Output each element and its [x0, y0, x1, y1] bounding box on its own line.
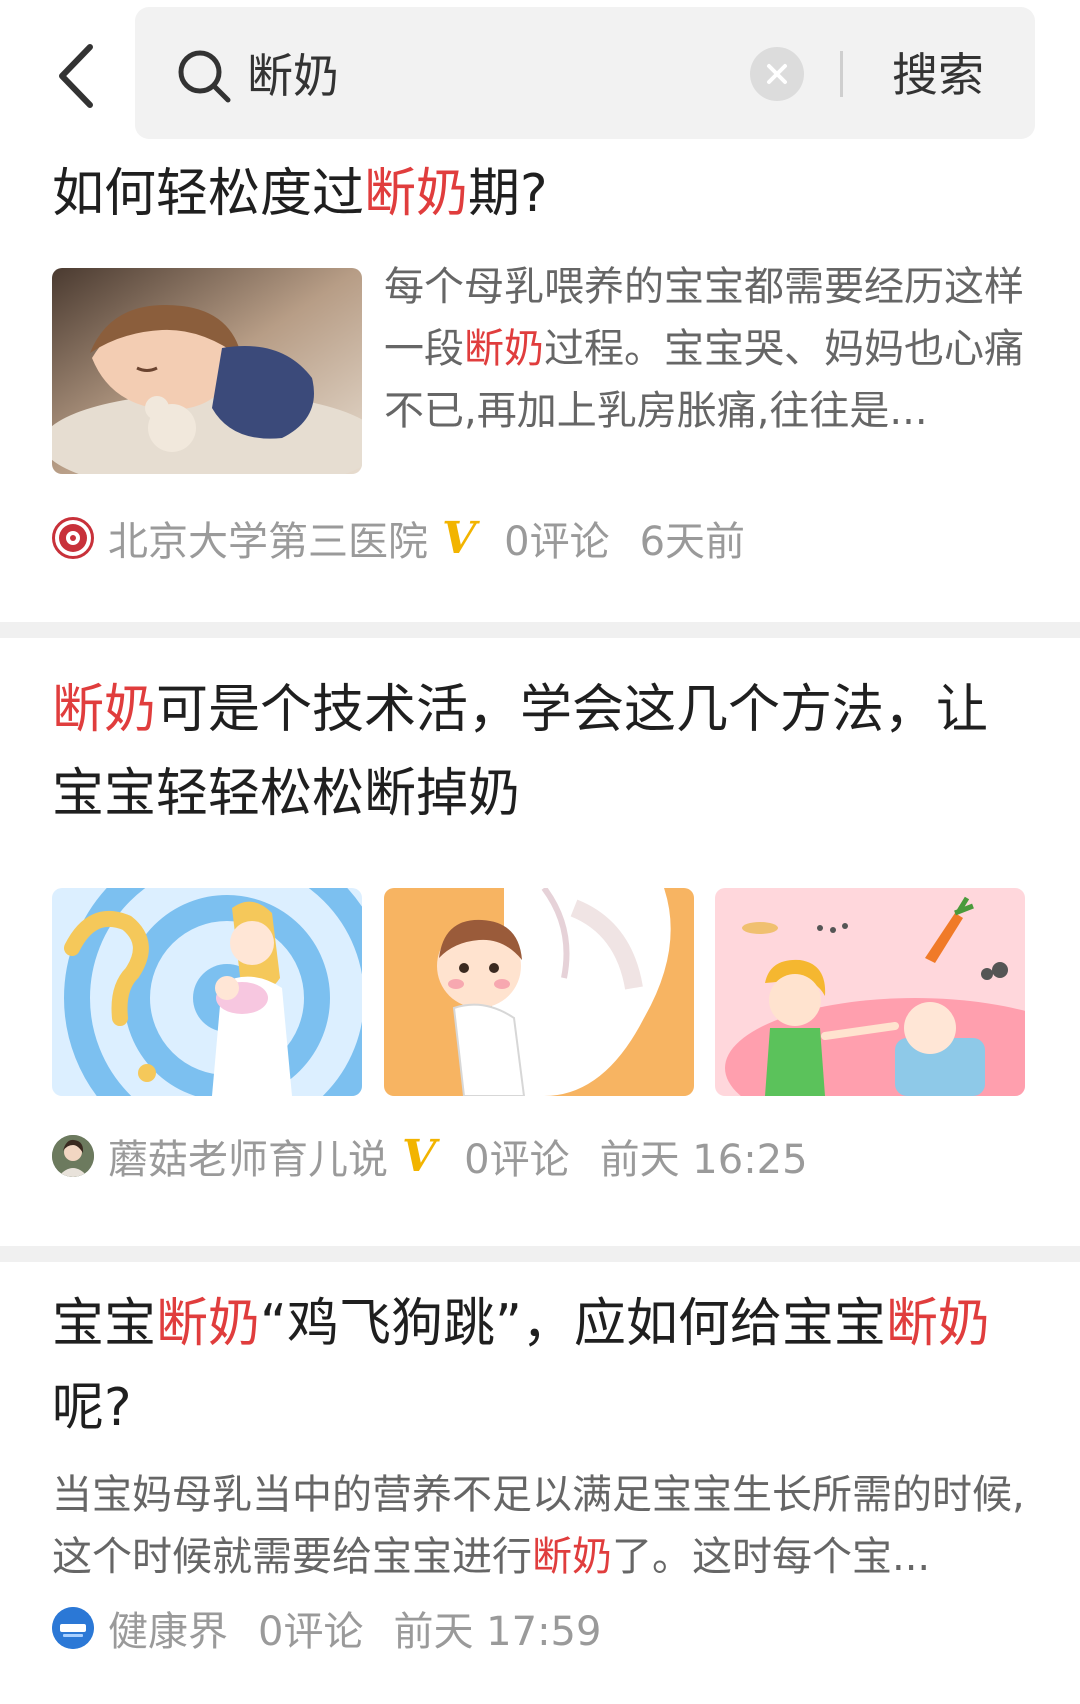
- verified-v-icon: V: [402, 1130, 437, 1182]
- publish-time: 6天前: [639, 519, 746, 565]
- title-text: “鸡飞狗跳”，应如何给宝宝: [260, 1294, 886, 1354]
- source-name[interactable]: 健康界: [108, 1599, 228, 1657]
- source-avatar[interactable]: [52, 1607, 94, 1649]
- search-header: 搜索: [0, 0, 1080, 152]
- title-highlight: 断奶: [364, 164, 469, 224]
- article-thumbnail: [52, 268, 362, 474]
- article-summary: 当宝妈母乳当中的营养不足以满足宝宝生长所需的时候,这个时候就需要给宝宝进行断奶了…: [52, 1464, 1027, 1588]
- article-summary: 每个母乳喂养的宝宝都需要经历这样一段断奶过程。宝宝哭、妈妈也心痛不已,再加上乳房…: [384, 256, 1024, 442]
- comment-count: 0评论: [258, 1609, 364, 1655]
- section-divider: [0, 622, 1080, 638]
- title-highlight: 断奶: [156, 1294, 261, 1354]
- close-icon: [767, 64, 787, 84]
- source-avatar[interactable]: [52, 1135, 94, 1177]
- article-card-1[interactable]: 如何轻松度过断奶期? 每个母乳喂养的宝宝都需要经历这样一段断奶过程。宝宝哭、妈妈…: [0, 152, 1080, 622]
- verified-v-icon: V: [442, 512, 477, 564]
- search-button[interactable]: 搜索: [863, 43, 1013, 107]
- source-name[interactable]: 北京大学第三医院: [108, 509, 428, 567]
- title-text: 如何轻松度过: [52, 164, 365, 224]
- title-highlight: 断奶: [885, 1294, 990, 1354]
- health-logo-icon: [52, 1607, 94, 1649]
- article-meta: 健康界 0评论 前天 17:59: [52, 1598, 601, 1658]
- section-divider: [0, 1246, 1080, 1262]
- article-thumbnail: [384, 888, 694, 1096]
- article-thumbnail: [52, 888, 362, 1096]
- summary-highlight: 断奶: [464, 326, 544, 372]
- title-text: 期?: [468, 164, 548, 224]
- article-thumbnail: [715, 888, 1025, 1096]
- clear-search-button[interactable]: [750, 47, 804, 101]
- source-name[interactable]: 蘑菇老师育儿说: [108, 1127, 388, 1185]
- article-title: 断奶可是个技术活，学会这几个方法，让宝宝轻轻松松断掉奶: [52, 668, 1022, 836]
- search-input[interactable]: [247, 41, 767, 105]
- back-button[interactable]: [36, 36, 116, 116]
- publish-time: 前天 16:25: [599, 1137, 808, 1183]
- article-meta: 蘑菇老师育儿说 V 0评论 前天 16:25: [52, 1126, 808, 1186]
- source-avatar[interactable]: [52, 517, 94, 559]
- comment-count: 0评论: [464, 1137, 570, 1183]
- publish-time: 前天 17:59: [393, 1609, 602, 1655]
- title-highlight: 断奶: [52, 680, 157, 740]
- hospital-logo-icon: [59, 524, 87, 552]
- title-text: 呢?: [52, 1378, 132, 1438]
- summary-highlight: 断奶: [532, 1534, 612, 1580]
- search-box[interactable]: 搜索: [135, 7, 1035, 139]
- summary-text: 了。这时每个宝...: [612, 1534, 931, 1580]
- user-avatar-icon: [52, 1135, 94, 1177]
- search-icon: [178, 50, 231, 103]
- title-text: 宝宝: [52, 1294, 157, 1354]
- article-title: 宝宝断奶“鸡飞狗跳”，应如何给宝宝断奶呢?: [52, 1282, 1022, 1450]
- article-meta: 北京大学第三医院 V 0评论 6天前: [52, 508, 745, 568]
- article-card-3[interactable]: 宝宝断奶“鸡飞狗跳”，应如何给宝宝断奶呢? 当宝妈母乳当中的营养不足以满足宝宝生…: [0, 1262, 1080, 1704]
- chevron-left-icon: [59, 44, 93, 108]
- comment-count: 0评论: [504, 519, 610, 565]
- title-text: 可是个技术活，学会这几个方法，让宝宝轻轻松松断掉奶: [52, 680, 989, 824]
- search-divider: [840, 51, 843, 97]
- article-card-2[interactable]: 断奶可是个技术活，学会这几个方法，让宝宝轻轻松松断掉奶 蘑菇老师育儿说 V 0评…: [0, 638, 1080, 1238]
- article-title: 如何轻松度过断奶期?: [52, 152, 1022, 236]
